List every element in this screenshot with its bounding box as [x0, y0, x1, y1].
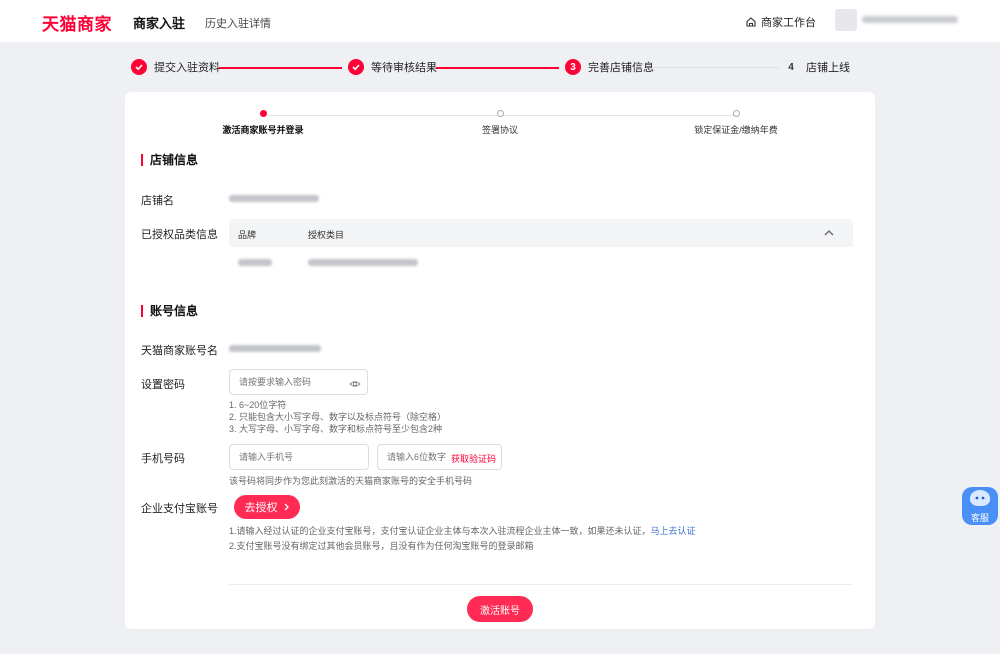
step-label: 提交入驻资料 [154, 62, 220, 74]
merchant-workbench-link[interactable]: 商家工作台 [745, 14, 816, 30]
authorized-category-table: 品牌 授权类目 [229, 219, 853, 279]
sub-step-activate: 激活商家账号并登录 [213, 110, 313, 136]
step-connector-3 [654, 67, 779, 68]
alipay-hint-2: 2.支付宝账号没有绑定过其他会员账号，且没有作为任何淘宝账号的登录邮箱 [229, 541, 534, 551]
customer-service-button[interactable]: 客服 [962, 487, 998, 525]
tmall-logo[interactable]: 天猫商家 [42, 10, 112, 35]
table-header: 品牌 授权类目 [229, 219, 853, 247]
step-label: 店铺上线 [806, 62, 850, 74]
nav-history-link[interactable]: 历史入驻详情 [205, 15, 271, 31]
password-rule: 2. 只能包含大小写字母、数字以及标点符号（除空格） [229, 412, 447, 422]
table-row [229, 247, 853, 279]
chevron-up-icon[interactable] [823, 227, 835, 239]
home-icon [746, 17, 756, 27]
divider [229, 584, 853, 585]
nav-merchant-entry[interactable]: 商家入驻 [133, 13, 185, 32]
step-submit: 提交入驻资料 [131, 59, 220, 75]
progress-steps: 提交入驻资料 等待审核结果 3 完善店铺信息 4 店铺上线 [0, 42, 1000, 92]
verify-now-link[interactable]: 马上去认证 [651, 526, 696, 536]
category-label: 已授权品类信息 [141, 229, 218, 241]
step-connector-1 [219, 67, 342, 69]
alipay-label: 企业支付宝账号 [141, 503, 218, 515]
activate-account-button[interactable]: 激活账号 [467, 596, 533, 622]
password-rule: 3. 大写字母、小写字母、数字和标点符号至少包含2种 [229, 424, 443, 434]
brand-redacted [238, 259, 272, 266]
top-bar: 天猫商家 商家入驻 历史入驻详情 商家工作台 [0, 0, 1000, 42]
column-brand: 品牌 [238, 230, 257, 240]
step-review: 等待审核结果 [348, 59, 437, 75]
check-icon [348, 59, 364, 75]
step-label: 等待审核结果 [371, 62, 437, 74]
customer-service-label: 客服 [970, 513, 989, 523]
account-name-redacted [229, 345, 321, 352]
step-complete-shop: 3 完善店铺信息 [565, 59, 654, 75]
category-redacted [308, 259, 418, 266]
phone-input[interactable] [229, 444, 369, 470]
step-number: 4 [783, 59, 799, 75]
section-title-shop: 店铺信息 [141, 154, 198, 166]
chevron-right-icon [284, 503, 289, 511]
avatar[interactable] [835, 9, 857, 31]
column-category: 授权类目 [308, 230, 345, 240]
phone-label: 手机号码 [141, 453, 185, 465]
step-shop-online: 4 店铺上线 [783, 59, 850, 75]
username-redacted[interactable] [862, 16, 958, 23]
main-card: 激活商家账号并登录 签署协议 锁定保证金/缴纳年费 店铺信息 店铺名 已授权品类… [125, 92, 875, 629]
alipay-hint-1: 1.请输入经过认证的企业支付宝账号，支付宝认证企业主体与本次入驻流程企业主体一致… [229, 526, 696, 536]
workbench-label: 商家工作台 [761, 17, 816, 29]
phone-hint: 该号码将同步作为您此刻激活的天猫商家账号的安全手机号码 [229, 476, 473, 486]
step-number: 3 [565, 59, 581, 75]
shop-name-label: 店铺名 [141, 195, 174, 207]
authorize-button[interactable]: 去授权 [234, 495, 300, 519]
password-rule: 1. 6~20位字符 [229, 400, 287, 410]
section-title-account: 账号信息 [141, 305, 198, 317]
eye-icon[interactable] [349, 378, 361, 390]
get-code-button[interactable]: 获取验证码 [451, 452, 496, 465]
password-input[interactable] [229, 369, 368, 395]
account-name-label: 天猫商家账号名 [141, 345, 218, 357]
step-label: 完善店铺信息 [588, 62, 654, 74]
check-icon [131, 59, 147, 75]
step-connector-2 [436, 67, 559, 69]
password-label: 设置密码 [141, 379, 185, 391]
sub-step-sign: 签署协议 [450, 110, 550, 136]
shop-name-redacted [229, 195, 319, 202]
robot-icon [970, 490, 990, 506]
sub-step-deposit: 锁定保证金/缴纳年费 [681, 110, 791, 136]
